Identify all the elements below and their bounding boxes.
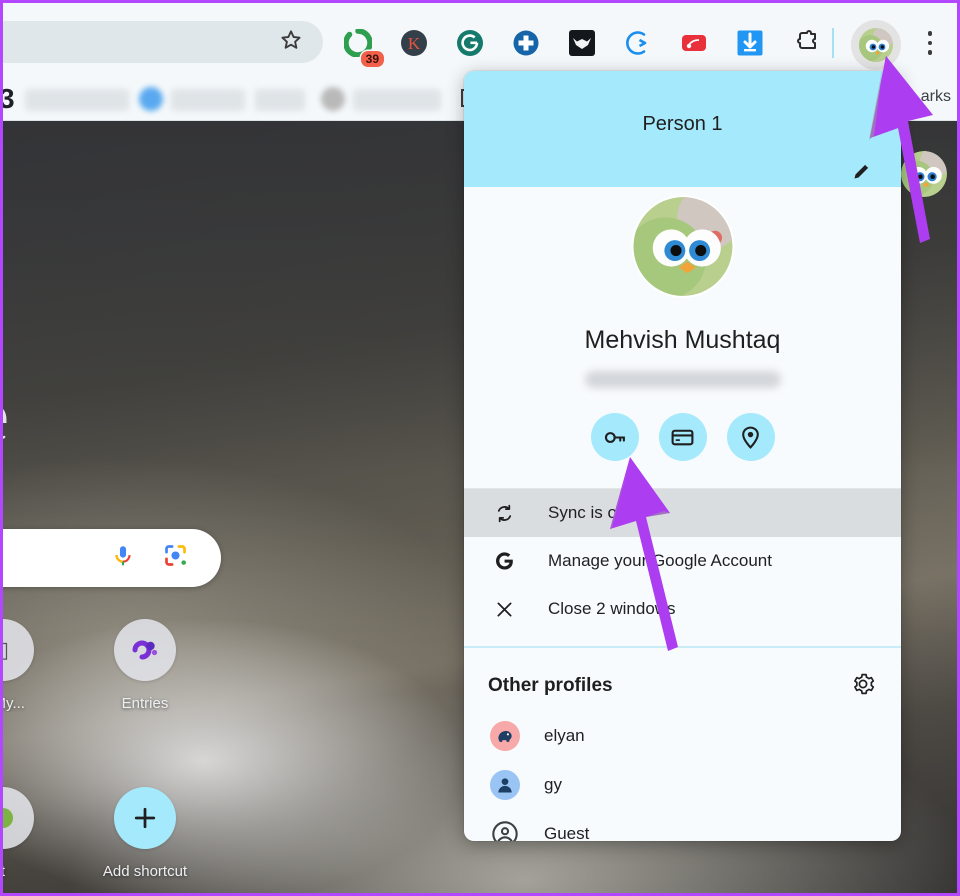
kebab-dot	[927, 50, 933, 55]
extension-blue-crescent[interactable]	[623, 28, 653, 58]
puzzle-piece-icon[interactable]	[791, 28, 821, 58]
shortcut-favicon: ▯	[3, 619, 34, 681]
gear-icon[interactable]	[851, 672, 875, 701]
extension-red-sticker[interactable]	[679, 28, 709, 58]
profile-row-gy[interactable]: gy	[464, 761, 901, 810]
profile-avatar	[633, 197, 732, 296]
bookmarks-bar-leading-number: 3	[0, 83, 15, 114]
menu-item-label: Manage your Google Account	[548, 551, 772, 570]
extension-dark-owl[interactable]	[567, 28, 597, 58]
microphone-icon[interactable]	[110, 543, 136, 574]
profile-avatar-button[interactable]	[851, 20, 901, 70]
secondary-avatar	[901, 151, 947, 197]
profile-row-guest[interactable]: Guest	[464, 810, 901, 841]
kebab-dot	[927, 40, 933, 46]
all-bookmarks-label[interactable]: arks	[921, 88, 951, 106]
shortcut-favicon	[3, 787, 34, 849]
dinosaur-avatar	[490, 721, 520, 751]
addresses-chip[interactable]	[726, 413, 775, 461]
bookmark-item[interactable]	[25, 89, 129, 111]
profile-row-elyan[interactable]: elyan	[464, 712, 901, 761]
chrome-menu-button[interactable]	[918, 27, 942, 59]
extension-badge-count: 39	[360, 51, 384, 67]
bookmark-item[interactable]	[353, 89, 441, 111]
extension-blue-plus[interactable]	[511, 28, 541, 58]
menu-item-sync[interactable]: Sync is on	[464, 489, 901, 537]
screenshot-root: e ▯ e My...	[0, 0, 960, 896]
shortcut-label: t	[0, 863, 6, 880]
pencil-icon[interactable]	[850, 159, 874, 183]
passwords-chip[interactable]	[590, 413, 639, 461]
shortcut-tile[interactable]: ▯ e My...	[3, 619, 59, 712]
profile-menu-popup: Person 1 Mehvish Mushtaq Sync is on Mana…	[464, 71, 901, 841]
google-g-icon	[494, 551, 522, 572]
google-lens-icon[interactable]	[162, 542, 189, 574]
location-pin-icon	[742, 426, 759, 449]
person-avatar	[490, 770, 520, 800]
shortcut-favicon	[114, 619, 176, 681]
plus-icon	[114, 787, 176, 849]
extension-green-circle[interactable]: 39	[343, 28, 384, 67]
popup-header: Person 1	[464, 71, 901, 187]
add-shortcut-button[interactable]: Add shortcut	[89, 787, 201, 880]
menu-item-close-windows[interactable]: Close 2 windows	[464, 585, 901, 633]
profile-row-label: Guest	[544, 824, 590, 841]
shortcut-label: e My...	[3, 695, 25, 712]
profile-row-label: elyan	[544, 726, 585, 745]
shortcut-tile[interactable]: Entries	[89, 619, 201, 712]
svg-text:K: K	[408, 34, 421, 53]
bookmark-item[interactable]	[171, 89, 245, 111]
menu-item-label: Close 2 windows	[548, 599, 676, 618]
other-profiles-heading: Other profiles	[488, 675, 613, 696]
popup-title: Person 1	[642, 113, 723, 135]
google-logo-partial: e	[3, 381, 35, 451]
menu-item-manage-google-account[interactable]: Manage your Google Account	[464, 537, 901, 585]
add-shortcut-label: Add shortcut	[102, 863, 188, 880]
star-icon[interactable]	[279, 28, 303, 57]
close-x-icon	[494, 599, 522, 620]
kebab-dot	[927, 31, 933, 36]
bookmark-favicon[interactable]	[321, 87, 345, 111]
account-name: Mehvish Mushtaq	[584, 326, 781, 354]
extension-kami[interactable]: K	[399, 28, 429, 58]
extension-grammarly[interactable]	[455, 28, 485, 58]
new-tab-search-box[interactable]	[3, 529, 221, 587]
sync-icon	[494, 503, 522, 524]
extension-download-blue[interactable]	[735, 28, 765, 58]
shortcut-label: Entries	[121, 695, 169, 712]
payment-methods-chip[interactable]	[658, 413, 707, 461]
credit-card-icon	[671, 429, 694, 445]
shortcut-tile[interactable]: t	[0, 787, 59, 880]
bookmark-item[interactable]	[255, 89, 305, 111]
extensions-toolbar: 39 K	[343, 23, 821, 67]
profile-row-label: gy	[544, 775, 562, 794]
bookmark-favicon[interactable]	[139, 87, 163, 111]
key-icon	[604, 431, 625, 443]
toolbar-divider	[832, 28, 834, 58]
menu-item-label: Sync is on	[548, 503, 627, 522]
guest-account-icon	[490, 819, 520, 841]
account-email	[584, 371, 781, 388]
address-bar[interactable]	[3, 21, 323, 63]
quick-action-chips	[464, 413, 901, 461]
other-profiles-header: Other profiles	[464, 648, 901, 701]
